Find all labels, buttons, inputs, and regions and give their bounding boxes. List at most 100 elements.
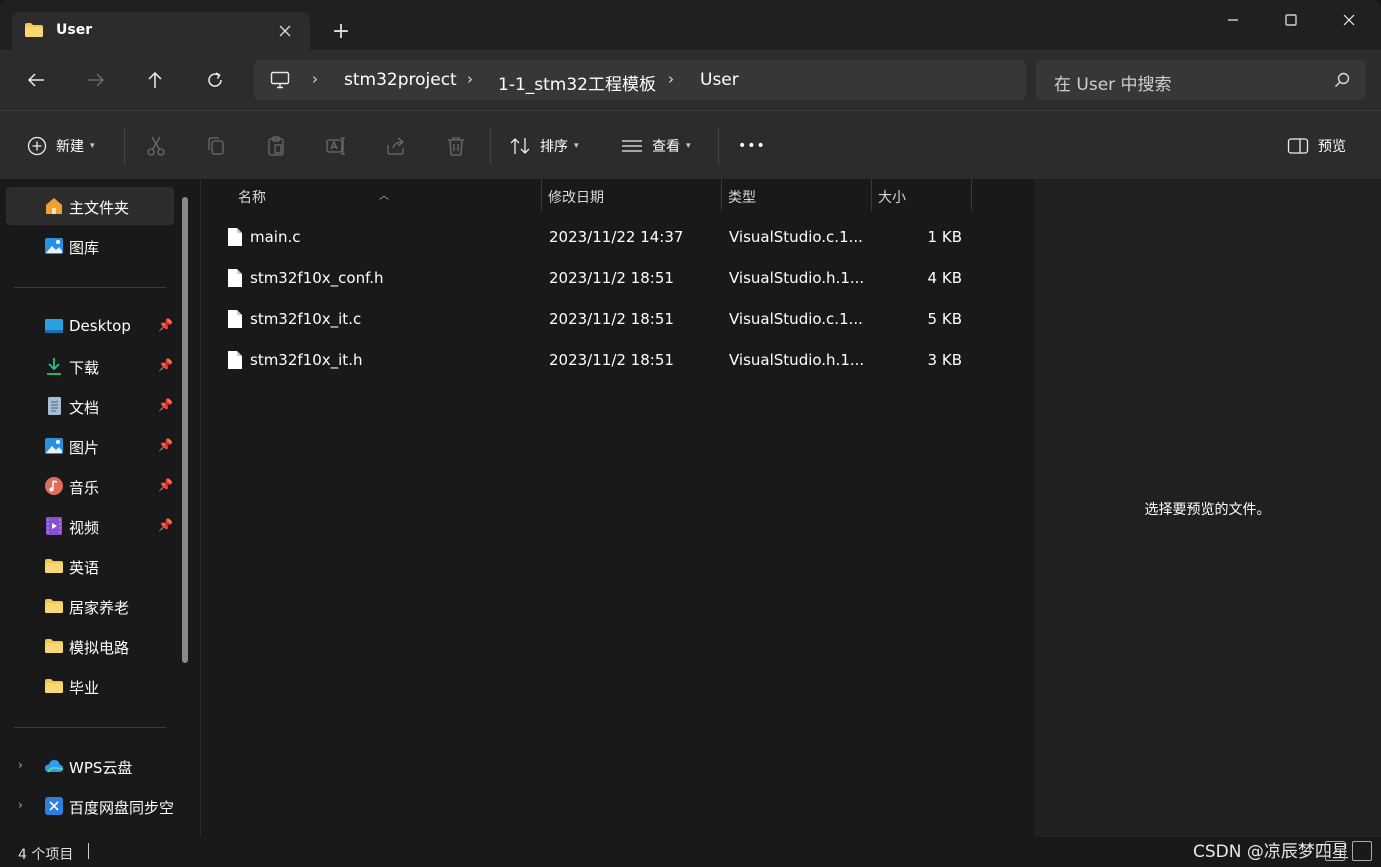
file-icon xyxy=(228,269,242,287)
sidebar-item-home[interactable]: 主文件夹 xyxy=(6,187,174,225)
address-bar[interactable]: › stm32project › 1-1_stm32工程模板 › User xyxy=(254,60,1026,100)
forward-arrow-icon xyxy=(88,73,105,87)
desktop-icon xyxy=(45,319,63,333)
sidebar-item-gallery[interactable]: 图库 xyxy=(6,227,174,265)
table-row[interactable]: stm32f10x_it.h 2023/11/2 18:51 VisualStu… xyxy=(217,340,977,380)
plus-circle-icon xyxy=(26,135,48,157)
sidebar-item-videos[interactable]: 视频 📌 xyxy=(6,507,174,545)
new-button[interactable]: 新建 ▾ xyxy=(26,133,95,159)
preview-pane: 选择要预览的文件。 xyxy=(1034,179,1381,837)
tiles-view-button[interactable] xyxy=(1352,841,1372,861)
sidebar-item-analog-circuits[interactable]: 模拟电路 xyxy=(6,627,174,665)
column-divider[interactable] xyxy=(971,179,972,211)
toolbar-divider xyxy=(124,127,125,165)
sidebar-item-eldercare[interactable]: 居家养老 xyxy=(6,587,174,625)
video-icon xyxy=(46,517,62,535)
sidebar-item-pictures[interactable]: 图片 📌 xyxy=(6,427,174,465)
maximize-button[interactable] xyxy=(1262,0,1320,40)
column-header-modified[interactable]: 修改日期 xyxy=(542,179,721,211)
breadcrumb-template[interactable]: 1-1_stm32工程模板 xyxy=(498,70,656,95)
chevron-right-icon[interactable]: › xyxy=(18,798,23,812)
paste-button[interactable] xyxy=(265,133,287,159)
chevron-down-icon: ▾ xyxy=(574,141,579,151)
rename-icon xyxy=(326,137,345,155)
file-icon xyxy=(228,228,242,246)
table-row[interactable]: main.c 2023/11/22 14:37 VisualStudio.c.1… xyxy=(217,217,977,257)
folder-icon xyxy=(45,679,63,693)
pin-icon[interactable]: 📌 xyxy=(158,438,173,452)
folder-icon xyxy=(25,23,43,37)
file-modified: 2023/11/2 18:51 xyxy=(549,269,674,287)
sort-label: 排序 xyxy=(540,139,568,155)
chevron-right-icon[interactable]: › xyxy=(18,758,23,772)
sort-button[interactable]: 排序 ▾ xyxy=(509,133,579,159)
file-modified: 2023/11/2 18:51 xyxy=(549,351,674,369)
sidebar-item-downloads[interactable]: 下载 📌 xyxy=(6,347,174,385)
file-list: ︿ 名称 修改日期 类型 大小 main.c 2023/11/22 14:37 … xyxy=(200,179,1034,837)
sidebar-item-label: 居家养老 xyxy=(69,599,130,617)
pin-icon[interactable]: 📌 xyxy=(158,398,173,412)
tab-user[interactable]: User xyxy=(12,12,310,51)
file-icon xyxy=(228,310,242,328)
preview-pane-icon xyxy=(1287,138,1309,154)
delete-button[interactable] xyxy=(445,133,467,159)
details-view-button[interactable] xyxy=(1325,841,1345,861)
item-count: 4 个项目 xyxy=(18,847,74,863)
column-header-size[interactable]: 大小 xyxy=(872,179,971,211)
search-placeholder: 在 User 中搜索 xyxy=(1054,75,1172,95)
preview-label: 预览 xyxy=(1318,139,1346,155)
view-list-icon xyxy=(622,140,642,152)
tab-title: User xyxy=(56,22,93,38)
refresh-button[interactable] xyxy=(199,64,231,96)
new-tab-button[interactable]: + xyxy=(328,20,354,46)
more-options-button[interactable]: ••• xyxy=(738,133,766,159)
pin-icon[interactable]: 📌 xyxy=(158,478,173,492)
breadcrumb-user[interactable]: User xyxy=(700,70,739,90)
chevron-right-icon: › xyxy=(668,70,674,88)
sidebar-item-baidu-netdisk[interactable]: › 百度网盘同步空 xyxy=(6,787,174,825)
sidebar-item-english[interactable]: 英语 xyxy=(6,547,174,585)
sidebar-item-documents[interactable]: 文档 📌 xyxy=(6,387,174,425)
file-name: stm32f10x_conf.h xyxy=(250,269,384,287)
minimize-button[interactable] xyxy=(1204,0,1262,40)
file-size: 4 KB xyxy=(927,269,962,287)
sidebar-item-wps-cloud[interactable]: › WPS云盘 xyxy=(6,747,174,785)
chevron-down-icon: ▾ xyxy=(90,141,95,151)
delete-icon xyxy=(448,137,464,156)
close-icon[interactable] xyxy=(274,20,296,42)
file-name: main.c xyxy=(250,228,301,246)
back-arrow-icon xyxy=(27,73,44,87)
forward-button[interactable] xyxy=(80,64,112,96)
pin-icon[interactable]: 📌 xyxy=(158,518,173,532)
column-header-name[interactable]: ︿ 名称 xyxy=(201,179,541,211)
close-icon xyxy=(1343,14,1355,26)
cut-button[interactable] xyxy=(145,133,167,159)
sidebar-item-music[interactable]: 音乐 📌 xyxy=(6,467,174,505)
folder-icon xyxy=(45,639,63,653)
up-button[interactable] xyxy=(139,64,171,96)
rename-button[interactable] xyxy=(325,133,347,159)
column-header-type[interactable]: 类型 xyxy=(722,179,871,211)
breadcrumb-stm32project[interactable]: stm32project xyxy=(344,70,457,90)
pictures-icon xyxy=(45,438,63,454)
sidebar-scrollbar[interactable] xyxy=(182,197,188,663)
sidebar-item-graduation[interactable]: 毕业 xyxy=(6,667,174,705)
back-button[interactable] xyxy=(20,64,52,96)
table-row[interactable]: stm32f10x_conf.h 2023/11/2 18:51 VisualS… xyxy=(217,258,977,298)
preview-pane-button[interactable]: 预览 xyxy=(1287,133,1346,159)
pin-icon[interactable]: 📌 xyxy=(158,358,173,372)
table-row[interactable]: stm32f10x_it.c 2023/11/2 18:51 VisualStu… xyxy=(217,299,977,339)
navigation-pane: 主文件夹 图库 Desktop 📌 下载 📌 文档 📌 图片 📌 音乐 📌 视频… xyxy=(0,179,200,837)
view-button[interactable]: 查看 ▾ xyxy=(621,133,691,159)
share-button[interactable] xyxy=(385,133,407,159)
sidebar-item-desktop[interactable]: Desktop 📌 xyxy=(6,307,174,345)
file-type: VisualStudio.c.1... xyxy=(729,310,863,328)
view-label: 查看 xyxy=(652,139,680,155)
chevron-right-icon: › xyxy=(467,70,473,88)
copy-button[interactable] xyxy=(205,133,227,159)
sidebar-item-label: 图库 xyxy=(69,239,100,257)
search-input[interactable]: 在 User 中搜索 xyxy=(1036,60,1366,100)
sort-ascending-icon: ︿ xyxy=(379,191,389,202)
pin-icon[interactable]: 📌 xyxy=(158,318,173,332)
close-window-button[interactable] xyxy=(1320,0,1378,40)
